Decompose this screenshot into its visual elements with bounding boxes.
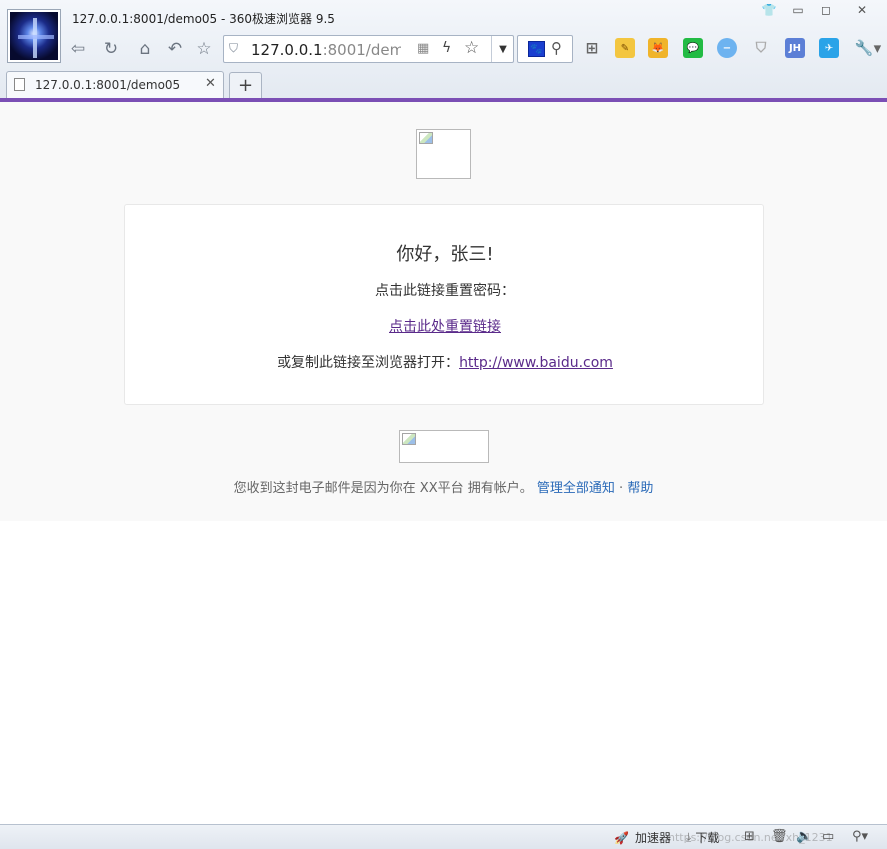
baidu-paw-icon[interactable]: 🐾 bbox=[528, 41, 545, 57]
shield-extension-icon[interactable]: ⛉ bbox=[751, 38, 771, 58]
reset-instruction: 点击此链接重置密码： bbox=[375, 283, 515, 299]
wechat-icon[interactable]: 💬 bbox=[683, 38, 703, 58]
help-link[interactable]: 帮助 bbox=[627, 481, 653, 496]
search-icon[interactable]: ⚲ bbox=[551, 39, 562, 57]
window-title: 127.0.0.1:8001/demo05 - 360极速浏览器 9.5 bbox=[72, 12, 335, 26]
note-extension-icon[interactable]: ✎ bbox=[615, 38, 635, 58]
fox-extension-icon[interactable]: 🦊 bbox=[648, 38, 668, 58]
screenshot-icon[interactable]: ▭ bbox=[822, 829, 834, 844]
zoom-icon[interactable]: ⚲▾ bbox=[852, 829, 868, 844]
avatar-graphic-horizontal bbox=[18, 35, 54, 39]
user-avatar[interactable] bbox=[8, 10, 60, 62]
refresh-icon[interactable]: ↻ bbox=[99, 37, 123, 61]
favorites-icon[interactable]: ☆ bbox=[192, 37, 216, 61]
address-dropdown-icon[interactable]: ▼ bbox=[491, 36, 514, 62]
url-host: 127.0.0.1 bbox=[251, 41, 323, 59]
copy-prefix: 或复制此链接至浏览器打开： bbox=[277, 355, 460, 371]
apps-grid-icon[interactable]: ⊞ bbox=[582, 38, 602, 58]
qr-code-icon[interactable]: ▦ bbox=[417, 41, 429, 56]
security-shield-icon[interactable]: ⛉ bbox=[229, 41, 243, 57]
add-icon[interactable]: ⊞ bbox=[744, 829, 755, 844]
page-icon bbox=[14, 78, 25, 91]
bookmark-star-icon[interactable]: ☆ bbox=[464, 38, 479, 58]
email-body: 你好，张三! 点击此链接重置密码： 点击此处重置链接 或复制此链接至浏览器打开：… bbox=[0, 102, 887, 521]
url-text[interactable]: 127.0.0.1:8001/demo bbox=[251, 41, 401, 59]
tab-close-icon[interactable]: ✕ bbox=[205, 76, 216, 91]
download-label: 下载 bbox=[695, 831, 720, 845]
email-card: 你好，张三! 点击此链接重置密码： 点击此处重置链接 或复制此链接至浏览器打开：… bbox=[124, 204, 764, 405]
footer-broken-image bbox=[399, 430, 489, 463]
jh-extension-icon[interactable]: JH bbox=[785, 38, 805, 58]
home-icon[interactable]: ⌂ bbox=[133, 37, 157, 61]
footer-notice: 您收到这封电子邮件是因为你在 XX平台 拥有帐户。 bbox=[233, 481, 533, 496]
lightning-icon[interactable]: ϟ bbox=[442, 40, 451, 56]
copy-url-link[interactable]: http://www.baidu.com bbox=[459, 355, 613, 371]
broken-image-icon bbox=[402, 433, 416, 445]
footer-separator: · bbox=[619, 481, 624, 496]
maximize-icon[interactable]: ◻ bbox=[814, 1, 838, 19]
status-bar: https://blog.csdn.net/xh_1231 🚀 加速器 ⤓ 下载… bbox=[0, 824, 887, 849]
download-icon: ⤓ bbox=[686, 830, 692, 844]
new-tab-button[interactable]: + bbox=[229, 72, 262, 98]
url-path: :8001/demo bbox=[322, 41, 401, 59]
accelerator-button[interactable]: 🚀 加速器 bbox=[614, 829, 671, 846]
search-engine-box[interactable]: 🐾 ⚲ bbox=[517, 35, 573, 63]
greeting-text: 你好，张三! bbox=[396, 244, 494, 265]
undo-close-icon[interactable]: ↶ bbox=[163, 37, 187, 61]
back-icon[interactable]: ⇦ bbox=[66, 37, 90, 61]
copy-link-row: 或复制此链接至浏览器打开：http://www.baidu.com bbox=[125, 352, 765, 372]
tab-strip: 127.0.0.1:8001/demo05 ✕ + bbox=[0, 69, 887, 100]
download-button[interactable]: ⤓ 下载 bbox=[686, 829, 719, 846]
browser-chrome: 127.0.0.1:8001/demo05 - 360极速浏览器 9.5 👕 ▭… bbox=[0, 0, 887, 102]
accelerator-label: 加速器 bbox=[634, 831, 671, 845]
address-bar[interactable]: ⛉ 127.0.0.1:8001/demo ▦ ϟ ☆ ▼ bbox=[223, 35, 514, 63]
reset-password-link[interactable]: 点击此处重置链接 bbox=[389, 319, 501, 335]
tab-demo05[interactable]: 127.0.0.1:8001/demo05 ✕ bbox=[6, 71, 224, 98]
manage-notifications-link[interactable]: 管理全部通知 bbox=[537, 481, 615, 496]
send-extension-icon[interactable]: ✈ bbox=[819, 38, 839, 58]
email-footer: 您收到这封电子邮件是因为你在 XX平台 拥有帐户。 管理全部通知 · 帮助 bbox=[0, 477, 887, 496]
trash-icon[interactable]: 🗑 bbox=[771, 829, 788, 844]
reset-link-row: 点击此处重置链接 bbox=[125, 316, 765, 336]
rocket-icon: 🚀 bbox=[614, 830, 629, 845]
volume-icon[interactable]: 🔈 bbox=[796, 829, 812, 844]
logo-broken-image bbox=[416, 129, 471, 179]
settings-wrench-icon[interactable]: 🔧▾ bbox=[853, 38, 883, 58]
minimize-icon[interactable]: ▭ bbox=[786, 1, 810, 19]
minus-circle-icon[interactable]: − bbox=[717, 38, 737, 58]
tab-label: 127.0.0.1:8001/demo05 bbox=[35, 78, 181, 92]
skin-icon[interactable]: 👕 bbox=[757, 1, 781, 19]
broken-image-icon bbox=[419, 132, 433, 144]
close-window-icon[interactable]: ✕ bbox=[850, 1, 874, 19]
